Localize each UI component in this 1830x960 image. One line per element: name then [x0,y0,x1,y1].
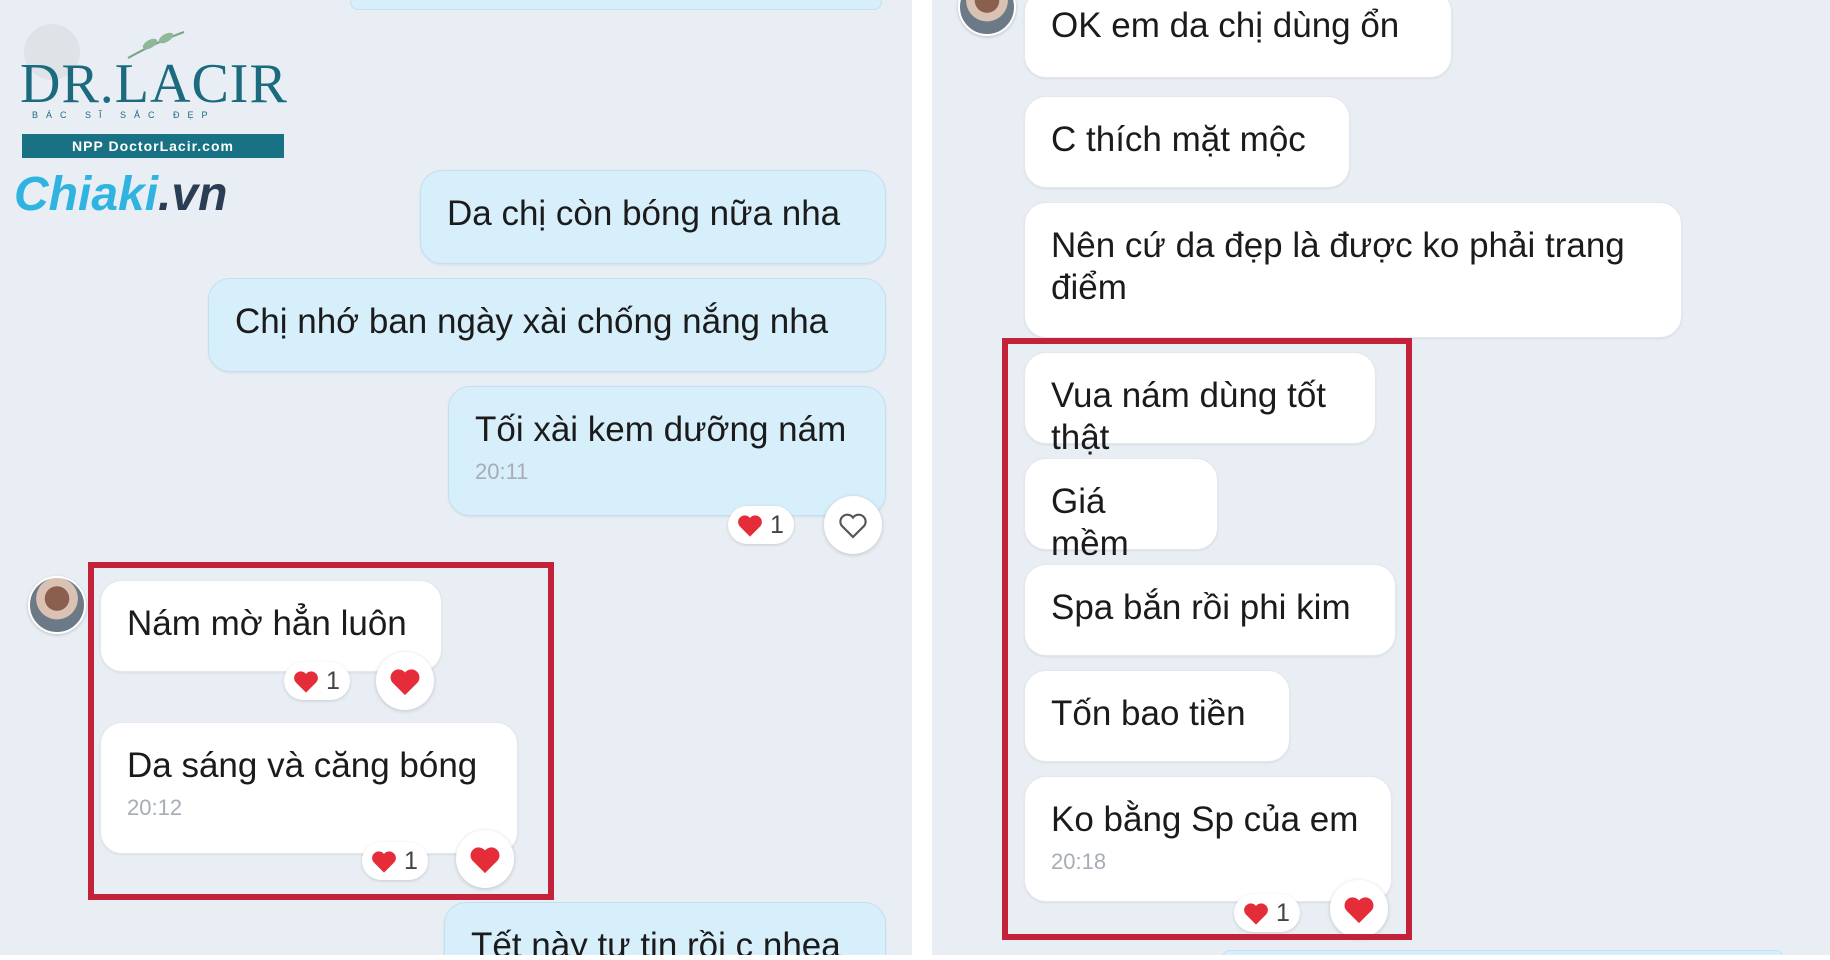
site-name: Chiaki [14,168,159,221]
message-bubble-cut-off [350,0,882,10]
image-bottom-edge [0,955,1830,960]
avatar[interactable] [28,576,86,634]
message-text: C thích mặt mộc [1051,120,1306,159]
message-text: Tối xài kem dưỡng nám [475,410,847,449]
outgoing-message[interactable]: Da chị còn bóng nữa nha [420,170,886,264]
incoming-message[interactable]: OK em da chị dùng ổn [1024,0,1452,78]
message-text: Chị nhớ ban ngày xài chống nắng nha [235,302,829,341]
incoming-message[interactable]: C thích mặt mộc [1024,96,1350,188]
reaction-count-value: 1 [770,511,784,539]
highlight-frame [88,562,554,900]
chat-panel-right: OK em da chị dùng ổn C thích mặt mộc Nên… [932,0,1830,960]
outgoing-message[interactable]: Chị nhớ ban ngày xài chống nắng nha [208,278,886,372]
heart-icon [738,515,762,537]
site-watermark: Chiaki.vn [14,168,227,222]
panel-divider [912,0,932,960]
message-text: Nên cứ da đẹp là được ko phải trang điểm [1051,226,1625,307]
incoming-message[interactable]: Nên cứ da đẹp là được ko phải trang điểm [1024,202,1682,338]
message-timestamp: 20:11 [475,459,529,484]
outgoing-message[interactable]: Tối xài kem dưỡng nám 20:11 [448,386,886,516]
chat-panel-left: DR.LACIR BÁC SĨ SẮC ĐẸP NPP DoctorLacir.… [0,0,912,960]
heart-outline-icon [839,513,867,539]
brand-tagline: BÁC SĨ SẮC ĐẸP [32,110,216,120]
reaction-count[interactable]: 1 [728,506,794,544]
highlight-frame [1002,338,1412,940]
message-text: Da chị còn bóng nữa nha [447,194,841,233]
brand-logo-text: DR.LACIR [20,53,288,115]
distributor-banner: NPP DoctorLacir.com [22,134,284,158]
outgoing-message[interactable]: Tết này tự tin rồi c nhea [444,902,886,960]
site-tld: .vn [158,168,228,221]
react-button[interactable] [824,496,882,554]
avatar[interactable] [958,0,1016,36]
message-text: OK em da chị dùng ổn [1051,6,1400,45]
